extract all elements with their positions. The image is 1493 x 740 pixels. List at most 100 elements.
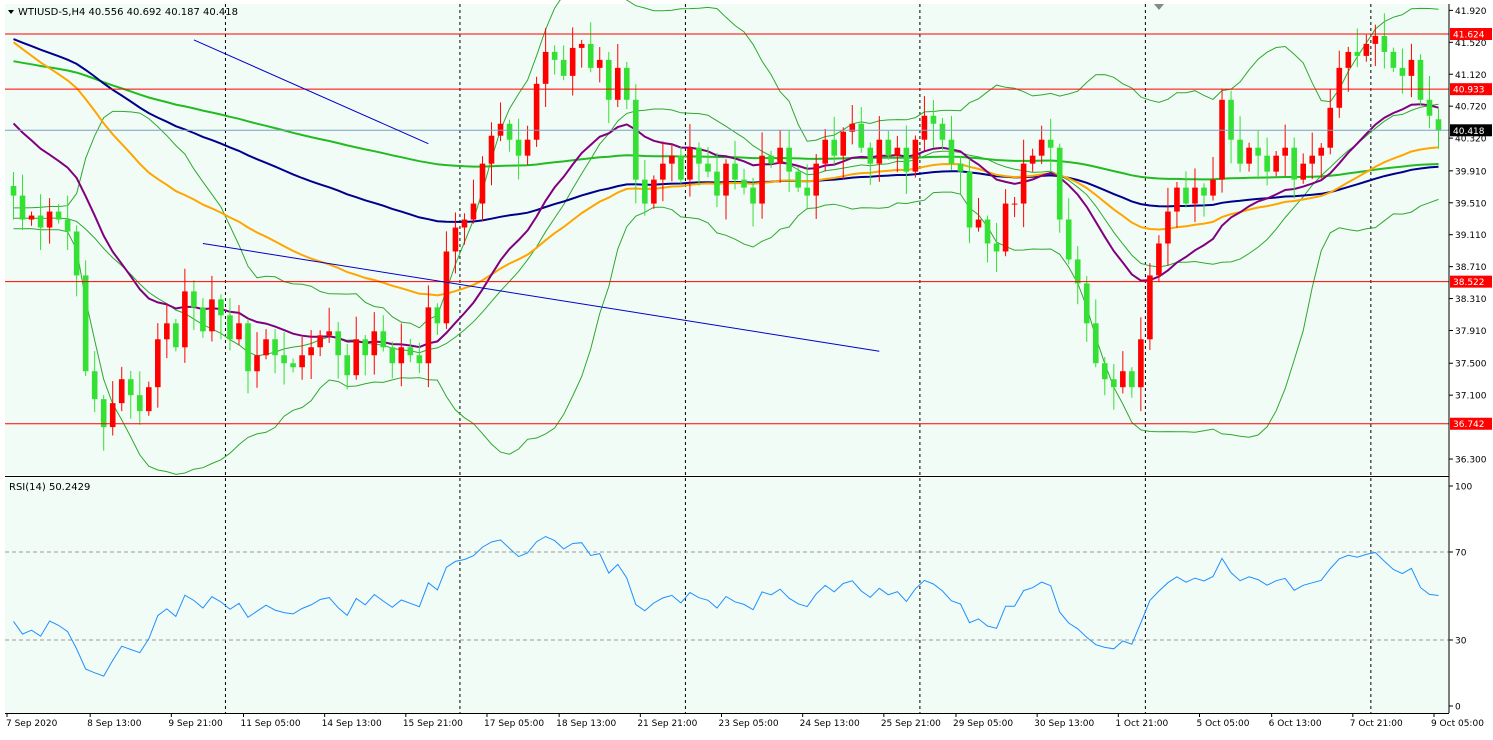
candle-body bbox=[1318, 147, 1325, 156]
candle-body bbox=[344, 355, 351, 376]
candle-body bbox=[885, 139, 892, 156]
candle-body bbox=[777, 147, 783, 164]
candle-body bbox=[876, 139, 883, 164]
candle-body bbox=[19, 195, 26, 220]
candle-body bbox=[1435, 119, 1442, 131]
chart-svg[interactable]: 10070300 41.92041.52041.12040.72040.3203… bbox=[0, 0, 1493, 736]
price-tick-label: 41.120 bbox=[1455, 71, 1487, 81]
time-tick-label: 14 Sep 13:00 bbox=[322, 719, 382, 729]
candle-body bbox=[768, 155, 774, 164]
candle-body bbox=[984, 219, 991, 244]
candle-body bbox=[822, 139, 829, 164]
time-tick-label: 24 Sep 13:00 bbox=[800, 719, 860, 729]
candle-body bbox=[10, 186, 17, 196]
candle-body bbox=[623, 67, 630, 100]
candle-body bbox=[191, 291, 197, 308]
time-tick-label: 21 Sep 21:00 bbox=[637, 719, 697, 729]
time-tick-label: 7 Sep 2020 bbox=[6, 719, 58, 729]
rsi-tick-label: 30 bbox=[1455, 637, 1467, 647]
candle-body bbox=[1345, 51, 1352, 68]
candle-body bbox=[939, 123, 946, 140]
candle-body bbox=[1273, 155, 1279, 172]
candle-body bbox=[651, 179, 657, 204]
candle-body bbox=[1246, 147, 1252, 164]
rsi-tick-label: 100 bbox=[1455, 483, 1472, 493]
candle-body bbox=[930, 115, 937, 124]
candle-body bbox=[380, 331, 387, 348]
candle-body bbox=[1336, 67, 1343, 108]
time-tick-label: 25 Sep 21:00 bbox=[881, 719, 941, 729]
candle-body bbox=[1183, 187, 1189, 204]
price-tick-label: 37.910 bbox=[1455, 327, 1487, 337]
candle-body bbox=[1092, 323, 1099, 364]
candle-body bbox=[687, 147, 693, 180]
candle-body bbox=[804, 187, 810, 196]
candle-body bbox=[858, 123, 865, 148]
candle-body bbox=[1372, 35, 1379, 44]
candle-body bbox=[100, 399, 107, 428]
candle-body bbox=[443, 251, 450, 324]
candle-body bbox=[434, 307, 441, 324]
candle-body bbox=[263, 339, 269, 356]
candle-body bbox=[1417, 59, 1424, 100]
candle-body bbox=[317, 335, 323, 348]
candle-body bbox=[840, 131, 847, 156]
time-tick-label: 23 Sep 05:00 bbox=[718, 719, 778, 729]
candle-body bbox=[1237, 139, 1243, 164]
candle-body bbox=[164, 323, 170, 340]
time-tick-label: 29 Sep 05:00 bbox=[953, 719, 1013, 729]
candle-body bbox=[479, 163, 486, 204]
candle-body bbox=[551, 51, 558, 60]
candle-body bbox=[813, 163, 819, 196]
candle-body bbox=[867, 147, 874, 164]
candle-body bbox=[82, 275, 89, 372]
candle-body bbox=[1002, 203, 1009, 252]
candle-body bbox=[37, 215, 44, 228]
candle-body bbox=[389, 347, 396, 364]
candle-body bbox=[236, 323, 242, 340]
candle-body bbox=[1029, 155, 1036, 164]
candle-body bbox=[470, 203, 477, 220]
rsi-pane[interactable] bbox=[5, 478, 1449, 713]
candle-body bbox=[1120, 371, 1126, 388]
candle-body bbox=[326, 331, 332, 336]
candle-body bbox=[1065, 219, 1072, 260]
candle-body bbox=[714, 171, 720, 196]
candle-body bbox=[696, 147, 702, 164]
candle-body bbox=[200, 307, 206, 332]
candle-body bbox=[1020, 163, 1027, 204]
candle-body bbox=[299, 355, 305, 368]
candle-body bbox=[73, 231, 80, 276]
trading-chart-window: 100 70 30 0 41.920 41.520 41.120 40.720 40.320 3… bbox=[0, 0, 1493, 736]
candle-body bbox=[461, 219, 468, 228]
candle-body bbox=[1156, 243, 1162, 276]
candle-body bbox=[1056, 147, 1063, 220]
price-tick-label: 39.510 bbox=[1455, 199, 1487, 209]
candle-body bbox=[506, 123, 513, 140]
rsi-header-label: RSI(14) 50.2429 bbox=[9, 482, 90, 493]
candle-body bbox=[1327, 107, 1334, 148]
candle-body bbox=[1219, 99, 1225, 180]
candle-body bbox=[118, 379, 125, 404]
candle-body bbox=[1381, 35, 1388, 52]
candle-body bbox=[353, 339, 360, 376]
candle-body bbox=[587, 43, 594, 68]
candle-body bbox=[497, 123, 504, 136]
candle-body bbox=[1165, 211, 1171, 244]
candle-body bbox=[993, 243, 1000, 252]
candle-body bbox=[966, 171, 973, 228]
candle-body bbox=[64, 219, 71, 232]
candle-body bbox=[705, 163, 711, 172]
candle-body bbox=[1210, 179, 1216, 196]
candle-body bbox=[281, 355, 287, 364]
price-pane[interactable] bbox=[5, 4, 1449, 475]
price-axis: 41.92041.52041.12040.72040.32039.91039.5… bbox=[1449, 7, 1492, 466]
time-tick-label: 30 Sep 13:00 bbox=[1034, 719, 1094, 729]
candle-body bbox=[732, 163, 738, 180]
candle-body bbox=[173, 323, 179, 348]
candle-body bbox=[1363, 43, 1370, 56]
candle-body bbox=[975, 219, 982, 228]
rsi-tick-label: 0 bbox=[1455, 703, 1461, 713]
candle-body bbox=[1282, 147, 1288, 156]
candle-body bbox=[362, 339, 369, 356]
